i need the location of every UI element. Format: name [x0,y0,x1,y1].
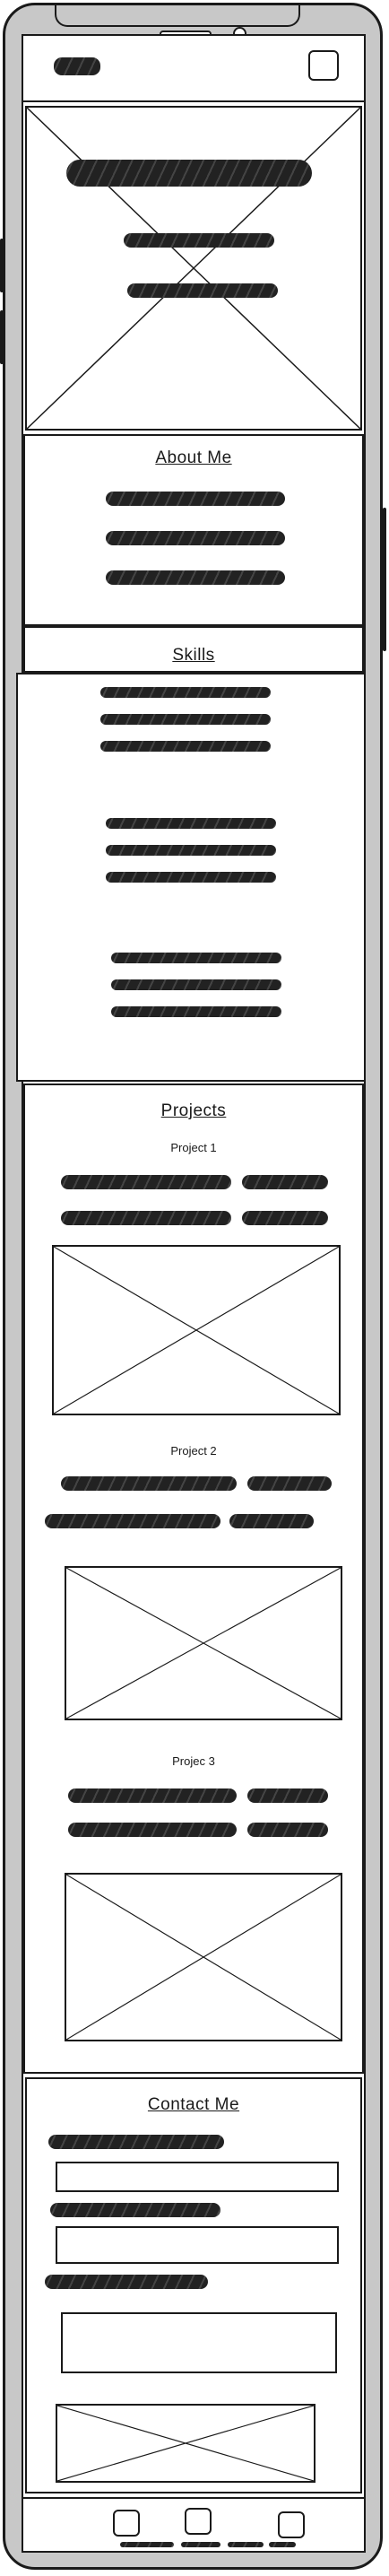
project-desc-line [68,1788,237,1803]
project-desc-line [61,1175,231,1189]
phone-frame: About Me Skills Projects Project 1 Proje… [0,3,386,2570]
skills-header: Skills [23,626,364,673]
hero-title-text [66,160,312,187]
skill-text-line [111,1006,281,1017]
project-desc-line [247,1788,328,1803]
contact-field-label [50,2203,220,2217]
nav-square-icon[interactable] [278,2511,305,2538]
project-desc-line [247,1823,328,1837]
skill-text-line [100,741,271,752]
skill-text-line [106,818,276,829]
project-image-placeholder[interactable] [65,1566,342,1720]
skills-title: Skills [172,646,215,665]
image-placeholder-icon [27,108,360,429]
project-desc-line [61,1476,237,1491]
skill-text-line [100,687,271,698]
projects-title: Projects [160,1101,227,1120]
image-placeholder-icon [57,2406,314,2481]
project-desc-line [247,1476,332,1491]
contact-field-label [45,2275,208,2289]
project-title: Project 1 [170,1141,217,1154]
footer-text [181,2542,220,2547]
project-desc-line [242,1211,328,1225]
project-desc-line [45,1514,220,1528]
footer-text [120,2542,174,2547]
hero-subtitle-text [124,233,274,248]
skill-text-line [106,872,276,883]
volume-button [0,310,4,364]
skill-text-line [106,845,276,856]
skill-text-line [111,953,281,963]
message-field[interactable] [61,2312,337,2373]
header-bar [23,36,364,102]
skill-text-line [100,714,271,725]
project-desc-line [61,1211,231,1225]
name-field[interactable] [56,2162,339,2192]
bottom-nav [23,2497,364,2551]
footer-text [228,2542,264,2547]
project-desc-line [68,1823,237,1837]
about-text-line [106,570,285,585]
nav-square-icon[interactable] [185,2508,212,2535]
phone-notch [55,5,300,27]
about-text-line [106,531,285,545]
hero-image-placeholder [25,106,362,431]
menu-square-icon[interactable] [308,50,339,81]
about-text-line [106,492,285,506]
footer-text [269,2542,296,2547]
project-desc-line [229,1514,314,1528]
skills-section [16,673,366,1082]
image-placeholder-icon [54,1247,339,1414]
skill-text-line [111,979,281,990]
power-button [383,508,386,651]
project-title: Projec 3 [172,1754,215,1768]
about-section: About Me [23,434,364,626]
volume-button [0,239,4,292]
contact-section: Contact Me [25,2077,362,2493]
project-title: Project 2 [170,1444,217,1458]
project-image-placeholder[interactable] [52,1245,341,1415]
screen: About Me Skills Projects Project 1 Proje… [16,34,366,2553]
project-image-placeholder[interactable] [65,1873,342,2041]
contact-title: Contact Me [147,2095,240,2114]
nav-square-icon[interactable] [113,2510,140,2537]
about-title: About Me [155,448,232,467]
project-desc-line [242,1175,328,1189]
submit-button[interactable] [56,2404,316,2483]
projects-section: Projects Project 1 Project 2 Projec 3 [23,1083,364,2074]
image-placeholder-icon [66,1568,341,1719]
hero-subtitle-text [127,283,278,298]
email-field[interactable] [56,2226,339,2264]
image-placeholder-icon [66,1875,341,2040]
contact-field-label [48,2135,224,2149]
logo-icon[interactable] [54,57,100,75]
